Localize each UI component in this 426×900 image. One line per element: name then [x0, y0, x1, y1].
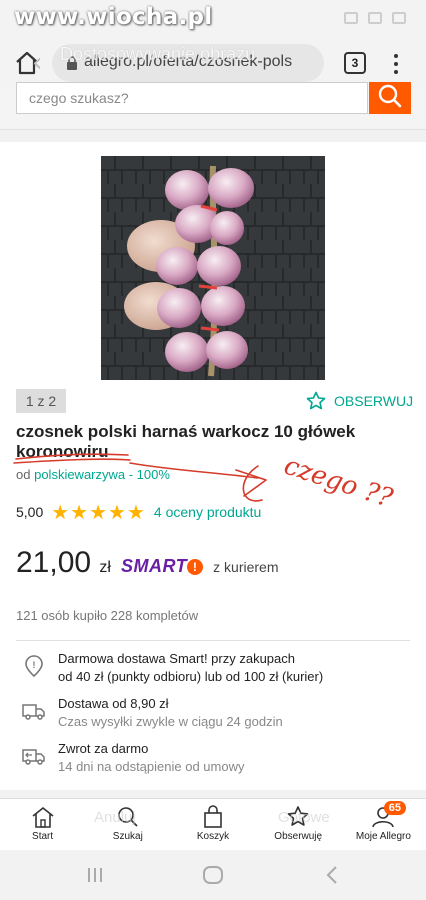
back-icon[interactable]: [326, 866, 337, 884]
nav-label: Moje Allegro: [355, 831, 411, 842]
rating-value: 5,00: [16, 504, 44, 520]
info-title: Darmowa dostawa Smart! przy zakupach: [58, 651, 295, 666]
product-title: czosnek polski harnaś warkocz 10 główek …: [16, 422, 356, 461]
search-bar: czego szukasz?: [0, 82, 426, 130]
nav-cart[interactable]: Koszyk: [170, 799, 255, 850]
signal-icon: [392, 12, 406, 24]
rating-row: 5,00 ★★★★★ 4 oceny produktu: [16, 500, 261, 524]
search-input[interactable]: czego szukasz?: [16, 82, 368, 114]
seller-link[interactable]: polskiewarzywa - 100%: [34, 467, 170, 482]
android-nav-bar: [0, 850, 426, 900]
info-title: Dostawa od 8,90 zł: [58, 696, 169, 711]
divider: [16, 640, 410, 641]
sold-count: 121 osób kupiło 228 kompletów: [16, 608, 199, 623]
seller-prefix: od: [16, 467, 31, 482]
overlay-title: Dostosowywanie obrazu: [60, 44, 256, 64]
price: 21,00 zł: [16, 546, 111, 580]
garlic-braid-photo: [101, 156, 325, 380]
nav-start[interactable]: Start: [0, 799, 85, 850]
mute-icon: [344, 12, 358, 24]
wifi-icon: [368, 12, 382, 24]
info-sub: od 40 zł (punkty odbioru) lub od 100 zł …: [58, 669, 324, 684]
tabs-button[interactable]: 3: [344, 52, 366, 74]
menu-kebab-icon[interactable]: [392, 52, 400, 76]
info-sub: 14 dni na odstąpienie od umowy: [58, 759, 245, 774]
location-pin-icon: !: [25, 655, 43, 678]
seller-line: od polskiewarzywa - 100%: [16, 467, 170, 482]
home-icon: [32, 806, 54, 828]
nav-label: Koszyk: [196, 831, 230, 842]
nav-label: Szukaj: [112, 831, 143, 842]
watch-label: OBSERWUJ: [334, 393, 414, 409]
back-chevron-icon[interactable]: ‹: [32, 48, 42, 78]
recent-apps-icon[interactable]: [88, 868, 102, 882]
delivery-truck-icon: [22, 704, 45, 720]
svg-text:!: !: [33, 660, 36, 670]
price-main: 21,00: [16, 546, 92, 579]
section-gap: [0, 790, 426, 798]
home-button-icon[interactable]: [203, 866, 223, 884]
price-row: 21,00 zł SMART! z kurierem: [16, 546, 279, 580]
gallery-counter: 1 z 2: [16, 389, 66, 413]
rating-count-link[interactable]: 4 oceny produktu: [154, 504, 261, 520]
courier-label: z kurierem: [213, 559, 279, 575]
search-icon: [378, 84, 402, 108]
section-gap: [0, 130, 426, 142]
status-icons: [344, 12, 406, 24]
smart-dot-icon: !: [187, 559, 204, 575]
shopping-bag-icon: [204, 805, 222, 828]
overlay-cancel[interactable]: Anuluj: [94, 809, 136, 826]
bottom-nav: Start Szukaj Koszyk Obserwuję 65 Moje Al…: [0, 798, 426, 850]
notification-badge: 65: [383, 801, 407, 815]
browser-toolbar: allegro.pl/oferta/czosnek-pols ‹ Dostoso…: [0, 40, 426, 88]
price-currency: zł: [99, 559, 111, 576]
overlay-done[interactable]: Gotowe: [278, 809, 330, 826]
watermark: www.wiocha.pl: [14, 4, 213, 30]
arrow-head: [235, 469, 267, 497]
info-sub: Czas wysyłki zwykle w ciągu 24 godzin: [58, 714, 283, 729]
return-truck-icon: [22, 749, 45, 765]
arrow-curl: [242, 465, 263, 502]
smart-logo: SMART!: [120, 556, 204, 577]
nav-label: Obserwuję: [274, 831, 323, 842]
nav-my-allegro[interactable]: 65 Moje Allegro: [341, 799, 426, 850]
page: www.wiocha.pl allegro.pl/oferta/czosnek-…: [0, 0, 426, 900]
product-image[interactable]: [101, 156, 325, 380]
watch-button[interactable]: OBSERWUJ: [306, 389, 413, 413]
smart-label: SMART: [120, 556, 188, 576]
status-bar: www.wiocha.pl: [0, 0, 426, 40]
rating-stars: ★★★★★: [51, 500, 146, 524]
search-button[interactable]: [369, 82, 411, 114]
star-outline-icon: [306, 391, 326, 410]
info-title: Zwrot za darmo: [58, 741, 149, 756]
nav-label: Start: [32, 831, 54, 842]
